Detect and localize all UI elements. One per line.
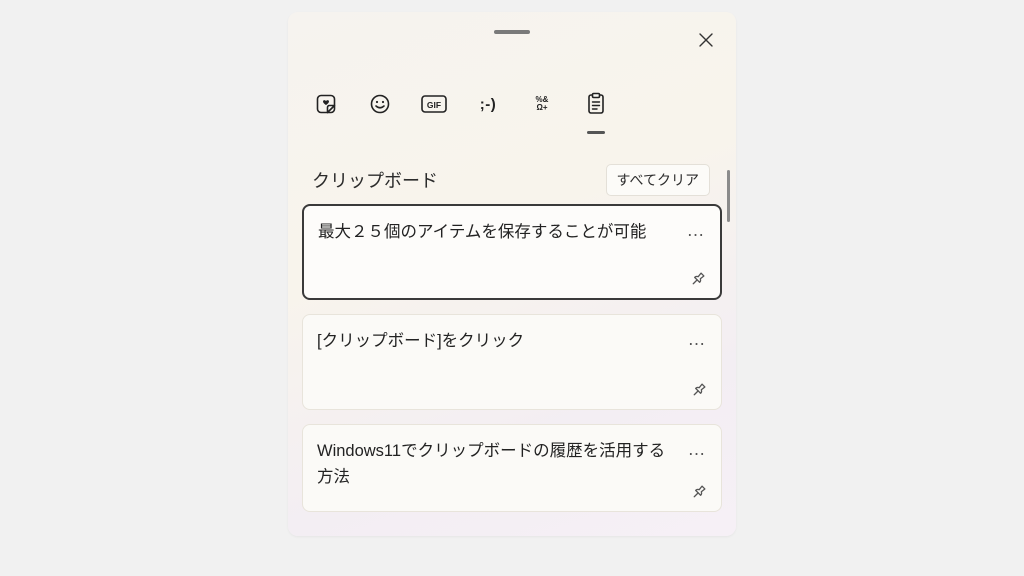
clipboard-icon	[586, 92, 606, 116]
tab-gif[interactable]: GIF	[420, 90, 448, 118]
tab-emoji[interactable]	[366, 90, 394, 118]
tab-symbols[interactable]: %& Ω+	[528, 90, 556, 118]
tab-recent-stickers[interactable]	[312, 90, 340, 118]
emoji-clipboard-panel: GIF ;-) %& Ω+ クリップボード すべてクリア 最大２５個のアイテムを…	[288, 12, 736, 536]
item-more-button[interactable]: …	[685, 439, 709, 460]
clear-all-button[interactable]: すべてクリア	[606, 164, 710, 196]
item-pin-button[interactable]	[687, 379, 709, 401]
pin-icon	[689, 271, 706, 288]
kaomoji-icon: ;-)	[480, 96, 497, 113]
heart-sticker-icon	[315, 93, 337, 115]
clipboard-item-text: [クリップボード]をクリック	[317, 329, 677, 355]
clipboard-item[interactable]: Windows11でクリップボードの履歴を活用する方法 …	[302, 424, 722, 512]
clipboard-list: 最大２５個のアイテムを保存することが可能 … [クリップボード]をクリック …	[302, 204, 722, 536]
clipboard-item[interactable]: 最大２５個のアイテムを保存することが可能 …	[302, 204, 722, 300]
pin-icon	[690, 382, 707, 399]
symbols-icon: %& Ω+	[536, 96, 549, 112]
category-tabs: GIF ;-) %& Ω+	[312, 90, 610, 118]
scrollbar-thumb[interactable]	[727, 170, 730, 222]
item-pin-button[interactable]	[686, 268, 708, 290]
section-header: クリップボード すべてクリア	[312, 164, 722, 196]
drag-handle[interactable]	[494, 30, 530, 34]
clipboard-item[interactable]: [クリップボード]をクリック …	[302, 314, 722, 410]
item-more-button[interactable]: …	[685, 329, 709, 350]
close-icon	[699, 33, 713, 47]
tab-kaomoji[interactable]: ;-)	[474, 90, 502, 118]
close-button[interactable]	[692, 26, 720, 54]
item-more-button[interactable]: …	[684, 220, 708, 241]
clipboard-item-text: 最大２５個のアイテムを保存することが可能	[318, 220, 678, 246]
emoji-icon	[369, 93, 391, 115]
svg-text:GIF: GIF	[427, 100, 441, 110]
pin-icon	[690, 484, 707, 501]
clipboard-item-text: Windows11でクリップボードの履歴を活用する方法	[317, 439, 677, 490]
section-title: クリップボード	[312, 167, 438, 193]
tab-clipboard[interactable]	[582, 90, 610, 118]
item-pin-button[interactable]	[687, 481, 709, 503]
gif-icon: GIF	[421, 95, 447, 113]
